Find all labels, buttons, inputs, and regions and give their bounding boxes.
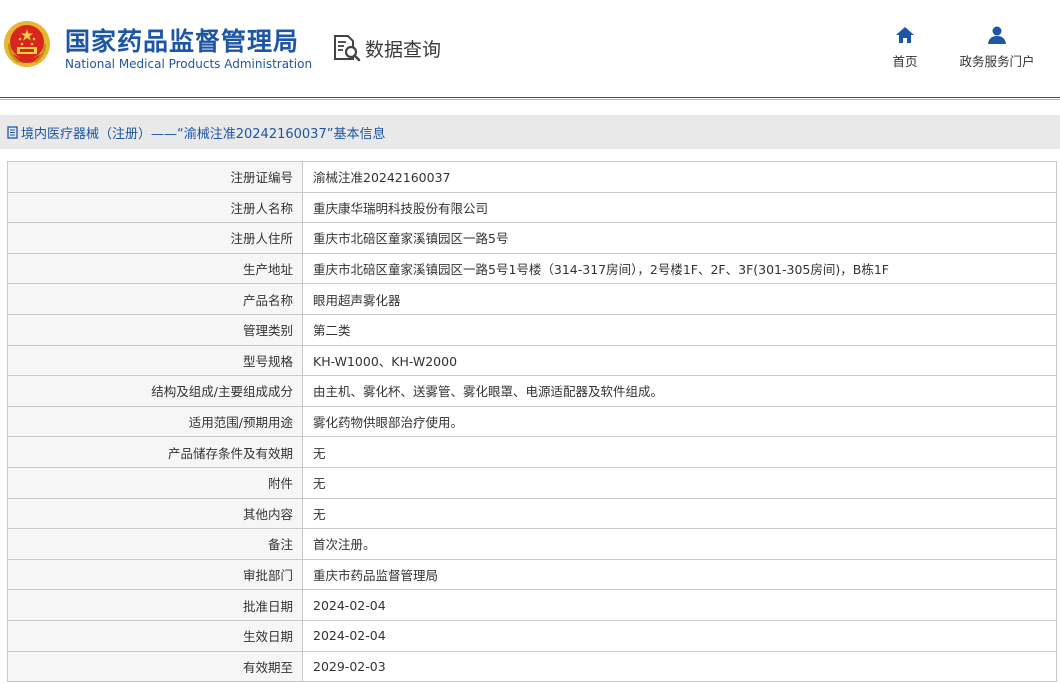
field-label: 产品名称 [7, 283, 303, 315]
table-row: 管理类别 第二类 [7, 313, 1057, 346]
table-row: 生产地址 重庆市北碚区童家溪镇园区一路5号1号楼（314-317房间），2号楼1F… [7, 252, 1057, 285]
user-icon [988, 26, 1006, 44]
field-value: 首次注册。 [302, 528, 1057, 560]
data-query-icon [334, 35, 361, 62]
field-label: 附件 [7, 466, 303, 499]
national-emblem-icon [4, 21, 50, 67]
document-icon [7, 125, 18, 139]
table-row: 产品名称 眼用超声雾化器 [7, 283, 1057, 315]
field-label: 适用范围/预期用途 [7, 405, 303, 438]
field-value: 重庆市北碚区童家溪镇园区一路5号1号楼（314-317房间），2号楼1F、2F、… [302, 252, 1057, 285]
field-label: 审批部门 [7, 558, 303, 591]
field-label: 其他内容 [7, 497, 303, 530]
field-label: 有效期至 [7, 650, 303, 683]
field-value: 雾化药物供眼部治疗使用。 [302, 405, 1057, 438]
table-row: 备注 首次注册。 [7, 528, 1057, 560]
device-info-table: 注册证编号 渝械注准20242160037 注册人名称 重庆康华瑞明科技股份有限公司注… [7, 161, 1057, 683]
nav-home-label: 首页 [892, 54, 918, 69]
home-icon [896, 27, 914, 43]
field-label: 备注 [7, 528, 303, 560]
header-divider-light [0, 99, 1060, 100]
nav-home-button[interactable]: 首页 [885, 26, 925, 70]
field-value: 重庆康华瑞明科技股份有限公司 [302, 191, 1057, 224]
field-value: 无 [302, 436, 1057, 468]
field-label: 注册人住所 [7, 222, 303, 254]
data-query-label: 数据查询 [365, 38, 442, 61]
table-row: 适用范围/预期用途 雾化药物供眼部治疗使用。 [7, 405, 1057, 438]
field-label: 型号规格 [7, 344, 303, 377]
field-value: 眼用超声雾化器 [302, 283, 1057, 315]
field-label: 结构及组成/主要组成成分 [7, 375, 303, 407]
field-label: 生产地址 [7, 252, 303, 285]
site-name-en[interactable]: National Medical Products Administration [65, 57, 312, 71]
field-value: 2024-02-04 [302, 619, 1057, 652]
field-value: 2029-02-03 [302, 650, 1057, 683]
nav-service-portal-label: 政务服务门户 [959, 54, 1035, 69]
table-row: 其他内容无 [7, 497, 1057, 530]
field-label: 生效日期 [7, 619, 303, 652]
field-label: 注册人名称 [7, 191, 303, 224]
field-label: 产品储存条件及有效期 [7, 436, 303, 468]
field-value: 第二类 [302, 313, 1057, 346]
field-value: 重庆市药品监督管理局 [302, 558, 1057, 591]
table-row: 有效期至 2029-02-03 [7, 650, 1057, 683]
field-value: 无 [302, 497, 1057, 530]
field-value: 2024-02-04 [302, 589, 1057, 621]
table-row: 产品储存条件及有效期无 [7, 436, 1057, 468]
table-row: 注册人名称 重庆康华瑞明科技股份有限公司 [7, 191, 1057, 224]
table-row: 生效日期 2024-02-04 [7, 619, 1057, 652]
breadcrumb: 境内医疗器械（注册）——“渝械注准20242160037”基本信息 [0, 115, 1060, 149]
field-label: 管理类别 [7, 313, 303, 346]
table-row: 型号规格 KH-W1000、KH-W2000 [7, 344, 1057, 377]
nav-service-portal-button[interactable]: 政务服务门户 [952, 26, 1042, 70]
breadcrumb-text: 境内医疗器械（注册）——“渝械注准20242160037”基本信息 [21, 126, 386, 142]
field-value: 由主机、雾化杯、送雾管、雾化眼罩、电源适配器及软件组成。 [302, 375, 1057, 407]
data-query-link[interactable]: 数据查询 [332, 32, 441, 64]
field-label: 批准日期 [7, 589, 303, 621]
field-label: 注册证编号 [7, 161, 303, 193]
field-value: 无 [302, 466, 1057, 499]
header-divider [0, 97, 1060, 98]
field-value: 渝械注准20242160037 [302, 161, 1057, 193]
table-row: 审批部门 重庆市药品监督管理局 [7, 558, 1057, 591]
field-value: 重庆市北碚区童家溪镇园区一路5号 [302, 222, 1057, 254]
table-row: 结构及组成/主要组成成分 由主机、雾化杯、送雾管、雾化眼罩、电源适配器及软件组成。 [7, 375, 1057, 407]
site-name-cn[interactable]: 国家药品监督管理局 [65, 22, 299, 58]
table-row: 注册证编号 渝械注准20242160037 [7, 161, 1057, 193]
field-value: KH-W1000、KH-W2000 [302, 344, 1057, 377]
table-row: 注册人住所 重庆市北碚区童家溪镇园区一路5号 [7, 222, 1057, 254]
site-header: 国家药品监督管理局 National Medical Products Admi… [0, 0, 1060, 100]
table-row: 附件无 [7, 466, 1057, 499]
table-row: 批准日期 2024-02-04 [7, 589, 1057, 621]
